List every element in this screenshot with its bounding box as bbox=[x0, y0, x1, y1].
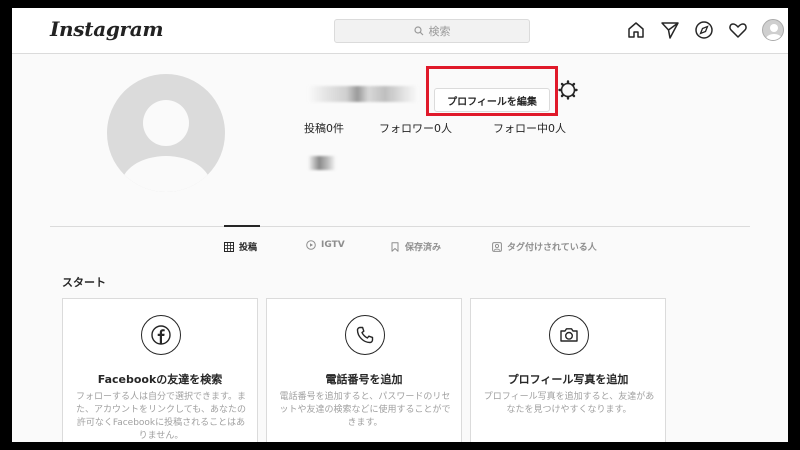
followers-count[interactable]: フォロワー0人 bbox=[379, 120, 493, 136]
tab-label: 投稿 bbox=[239, 243, 258, 253]
instagram-logo[interactable]: Instagram bbox=[50, 17, 164, 41]
tab-igtv[interactable]: IGTV bbox=[306, 240, 345, 250]
activity-heart-icon[interactable] bbox=[728, 20, 748, 40]
tab-label: タグ付けされている人 bbox=[507, 243, 597, 253]
start-section-title: スタート bbox=[62, 276, 106, 289]
direct-message-icon[interactable] bbox=[660, 20, 680, 40]
posts-count: 投稿0件 bbox=[304, 122, 344, 135]
search-icon bbox=[413, 26, 423, 36]
explore-compass-icon[interactable] bbox=[694, 20, 714, 40]
card-title: 電話番号を追加 bbox=[325, 373, 403, 386]
bookmark-icon bbox=[391, 241, 399, 252]
grid-icon bbox=[224, 241, 234, 252]
avatar-placeholder-head bbox=[143, 100, 189, 146]
card-title: プロフィール写真を追加 bbox=[507, 373, 629, 386]
tabs-divider bbox=[50, 226, 750, 227]
top-nav: Instagram 検索 bbox=[12, 8, 788, 54]
card-description: 電話番号を追加すると、パスワードのリセットや友達の検索などに使用することができま… bbox=[279, 392, 451, 428]
edit-profile-button[interactable]: プロフィールを編集 bbox=[434, 88, 550, 112]
app-window: Instagram 検索 プロフィールを編集 投稿0件 フォロワー0人 フォロー… bbox=[12, 8, 788, 442]
profile-avatar-icon[interactable] bbox=[762, 19, 784, 41]
search-input[interactable]: 検索 bbox=[334, 19, 530, 43]
igtv-icon bbox=[306, 240, 316, 250]
home-icon[interactable] bbox=[626, 20, 646, 40]
facebook-icon bbox=[141, 315, 181, 355]
tab-saved[interactable]: 保存済み bbox=[390, 240, 441, 253]
tab-label: 保存済み bbox=[405, 243, 442, 253]
search-placeholder: 検索 bbox=[428, 25, 451, 38]
phone-icon bbox=[345, 315, 385, 355]
card-add-phone-number[interactable]: 電話番号を追加 電話番号を追加すると、パスワードのリセットや友達の検索などに使用… bbox=[266, 298, 462, 442]
card-description: フォローする人は自分で選択できます。また、アカウントをリンクしても、あなたの許可… bbox=[75, 392, 247, 441]
card-find-facebook-friends[interactable]: Facebookの友達を検索 フォローする人は自分で選択できます。また、アカウン… bbox=[62, 298, 258, 442]
active-tab-indicator bbox=[224, 225, 260, 227]
following-count[interactable]: フォロー中0人 bbox=[493, 120, 566, 136]
tab-posts[interactable]: 投稿 bbox=[224, 240, 257, 253]
tab-tagged[interactable]: タグ付けされている人 bbox=[492, 240, 597, 253]
tag-icon bbox=[492, 241, 502, 252]
profile-stats: 投稿0件 フォロワー0人 フォロー中0人 bbox=[304, 120, 566, 136]
camera-icon bbox=[549, 315, 589, 355]
tab-label: IGTV bbox=[321, 240, 345, 250]
username-redacted bbox=[308, 86, 418, 102]
profile-avatar[interactable] bbox=[107, 74, 225, 192]
card-title: Facebookの友達を検索 bbox=[97, 373, 223, 386]
settings-gear-icon[interactable] bbox=[558, 80, 578, 100]
card-description: プロフィール写真を追加すると、友達があなたを見つけやすくなります。 bbox=[483, 392, 655, 415]
card-add-profile-photo[interactable]: プロフィール写真を追加 プロフィール写真を追加すると、友達があなたを見つけやすく… bbox=[470, 298, 666, 442]
full-name-redacted bbox=[308, 156, 336, 170]
nav-icons bbox=[626, 19, 784, 41]
avatar-placeholder-body bbox=[121, 156, 211, 192]
